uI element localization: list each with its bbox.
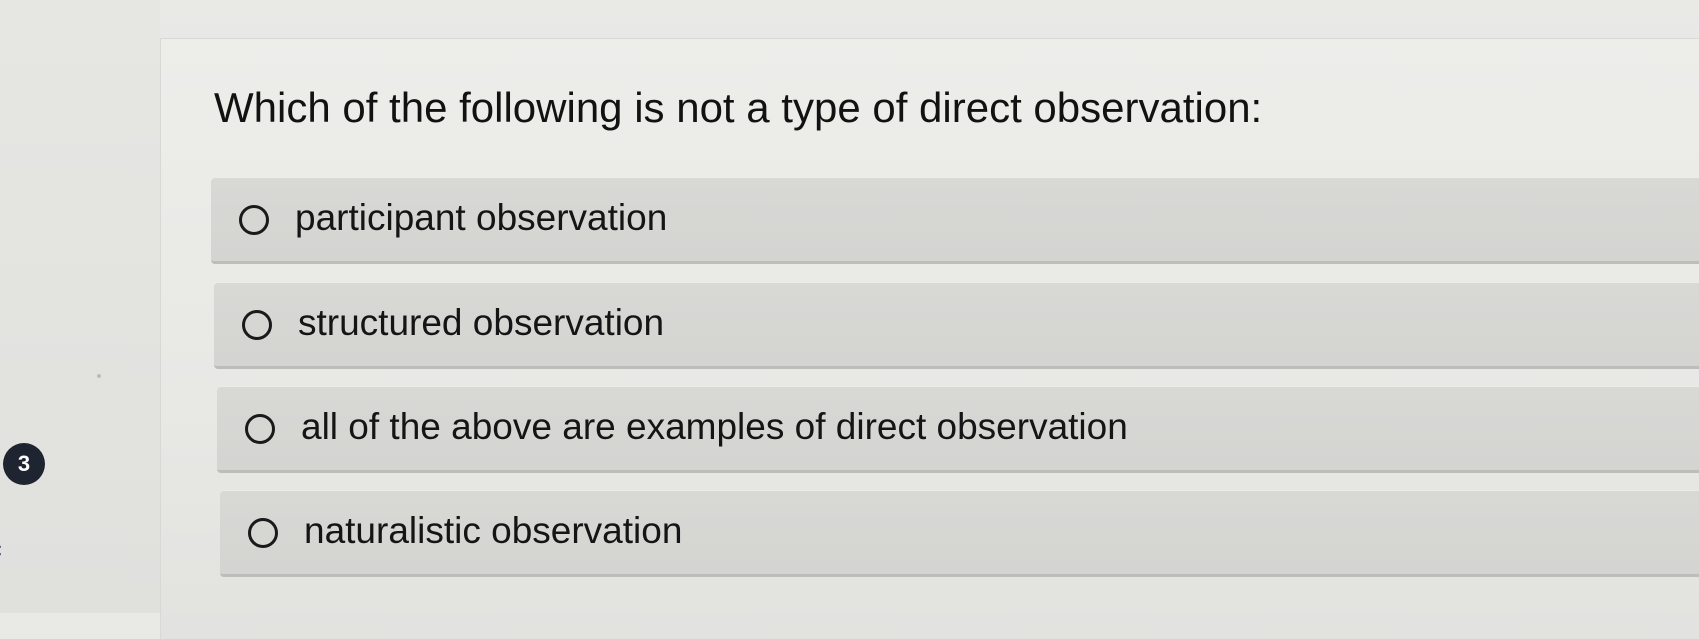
answer-option-label: all of the above are examples of direct … bbox=[301, 406, 1128, 447]
answer-option-participant-observation[interactable]: participant observation bbox=[211, 177, 1699, 264]
question-text: Which of the following is not a type of … bbox=[214, 84, 1263, 131]
radio-unchecked-icon[interactable] bbox=[248, 518, 278, 548]
answer-option-naturalistic-observation[interactable]: naturalistic observation bbox=[220, 490, 1699, 577]
radio-unchecked-icon[interactable] bbox=[245, 414, 275, 444]
radio-unchecked-icon[interactable] bbox=[239, 205, 269, 235]
answer-option-label: participant observation bbox=[295, 197, 668, 238]
answer-option-structured-observation[interactable]: structured observation bbox=[214, 282, 1699, 369]
answer-option-all-of-the-above[interactable]: all of the above are examples of direct … bbox=[217, 386, 1699, 473]
question-number-badge[interactable]: 3 bbox=[3, 443, 45, 485]
radio-unchecked-icon[interactable] bbox=[242, 310, 272, 340]
chevron-left-icon[interactable]: ‹ bbox=[0, 538, 3, 563]
answer-option-label: structured observation bbox=[298, 302, 665, 343]
decorative-dot bbox=[97, 374, 101, 378]
answer-option-label: naturalistic observation bbox=[304, 510, 683, 551]
left-gutter bbox=[0, 0, 160, 613]
